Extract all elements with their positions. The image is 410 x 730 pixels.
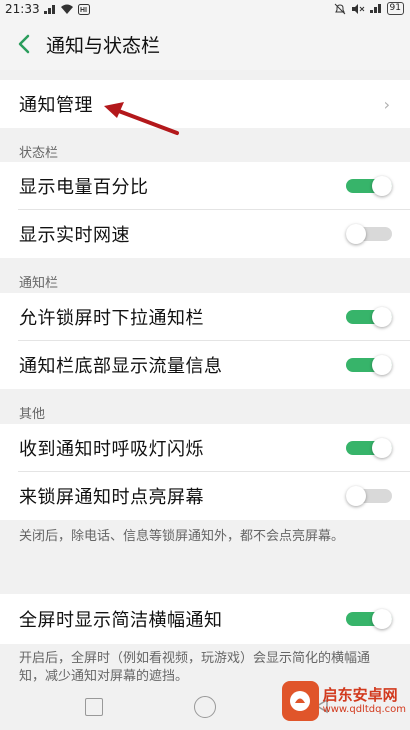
signal-icon: [43, 4, 55, 14]
setting-row-network-speed[interactable]: 显示实时网速: [0, 210, 410, 258]
toggle-lockscreen-pulldown[interactable]: [346, 307, 392, 327]
setting-row-traffic-info[interactable]: 通知栏底部显示流量信息: [0, 341, 410, 389]
hd-icon: [77, 3, 90, 15]
toggle-knob: [372, 307, 392, 327]
page-header: 通知与状态栏: [0, 18, 410, 70]
notification-management-row[interactable]: 通知管理 ›: [0, 80, 410, 128]
watermark-logo-icon: [282, 681, 319, 721]
toggle-knob: [346, 486, 366, 506]
section-label-notification-bar: 通知栏: [19, 276, 59, 291]
circle-icon[interactable]: [194, 696, 216, 718]
battery-icon: 91: [386, 2, 404, 15]
toggle-traffic-info[interactable]: [346, 355, 392, 375]
back-button[interactable]: [4, 18, 44, 70]
toggle-battery-percent[interactable]: [346, 176, 392, 196]
toggle-knob: [372, 438, 392, 458]
chevron-left-icon: [18, 34, 30, 54]
toggle-network-speed[interactable]: [346, 224, 392, 244]
chevron-right-icon: ›: [383, 95, 390, 114]
lock-screen-note: 关闭后，除电话、信息等锁屏通知外，都不会点亮屏幕。: [19, 529, 345, 544]
toggle-knob: [372, 176, 392, 196]
notification-management-label: 通知管理: [19, 95, 93, 116]
setting-row-breathing-light[interactable]: 收到通知时呼吸灯闪烁: [0, 424, 410, 472]
watermark-name: 启东安卓网: [322, 686, 398, 704]
setting-label: 显示电量百分比: [19, 177, 149, 198]
toggle-fullscreen-banner[interactable]: [346, 609, 392, 629]
section-label-other: 其他: [19, 407, 46, 422]
toggle-knob: [372, 355, 392, 375]
setting-label: 允许锁屏时下拉通知栏: [19, 308, 204, 329]
wifi-icon: [60, 4, 73, 14]
watermark: 启东安卓网 www.qdltdq.com: [282, 676, 406, 726]
signal-bars-icon: [369, 4, 381, 13]
setting-label: 显示实时网速: [19, 225, 130, 246]
setting-row-wake-screen[interactable]: 来锁屏通知时点亮屏幕: [0, 472, 410, 520]
mute-icon: [351, 3, 364, 14]
toggle-knob: [346, 224, 366, 244]
setting-label: 来锁屏通知时点亮屏幕: [19, 487, 204, 508]
toggle-breathing-light[interactable]: [346, 438, 392, 458]
setting-label: 收到通知时呼吸灯闪烁: [19, 439, 204, 460]
watermark-text: 启东安卓网 www.qdltdq.com: [323, 686, 406, 716]
setting-label: 通知栏底部显示流量信息: [19, 356, 223, 377]
setting-row-battery-percent[interactable]: 显示电量百分比: [0, 162, 410, 210]
setting-row-fullscreen-banner[interactable]: 全屏时显示简洁横幅通知: [0, 594, 410, 644]
status-time: 21:33: [5, 2, 40, 16]
square-icon[interactable]: [85, 698, 103, 716]
toggle-wake-screen[interactable]: [346, 486, 392, 506]
status-left: 21:33: [5, 2, 90, 16]
watermark-url: www.qdltdq.com: [322, 704, 406, 715]
silent-bell-icon: [334, 3, 345, 14]
status-right: 91: [334, 2, 404, 15]
setting-label: 全屏时显示简洁横幅通知: [19, 610, 223, 631]
section-label-status-bar: 状态栏: [19, 146, 59, 161]
status-bar: 21:33 91: [0, 0, 410, 18]
toggle-knob: [372, 609, 392, 629]
page-title: 通知与状态栏: [46, 34, 161, 57]
setting-row-lockscreen-pulldown[interactable]: 允许锁屏时下拉通知栏: [0, 293, 410, 341]
